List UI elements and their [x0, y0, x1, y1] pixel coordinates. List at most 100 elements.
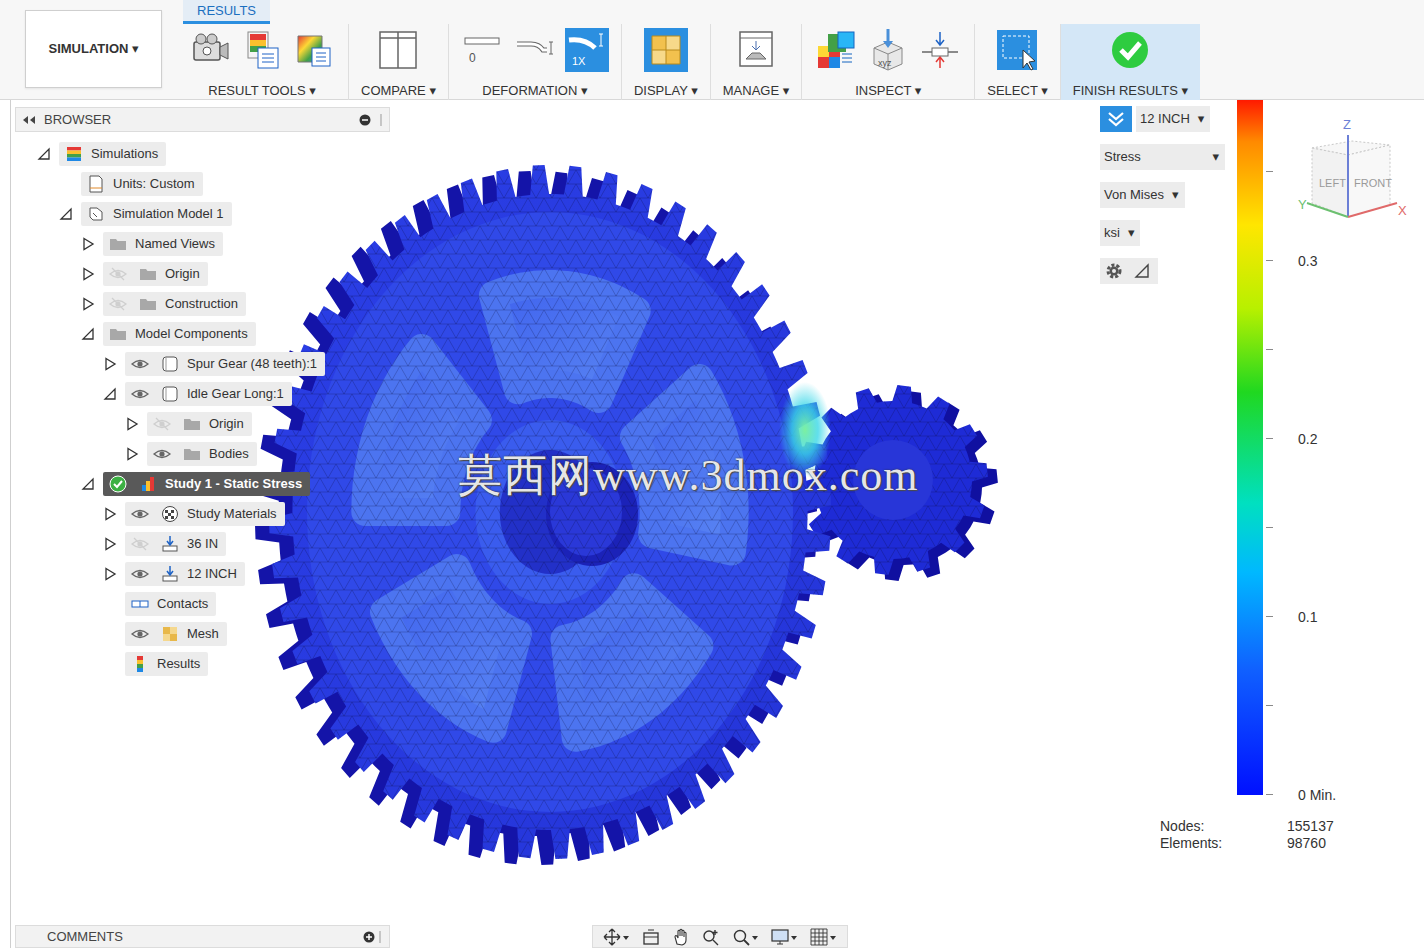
- tree-item[interactable]: Simulations: [15, 139, 390, 169]
- tree-item-box[interactable]: Named Views: [103, 232, 223, 256]
- tool-button[interactable]: [1108, 28, 1152, 72]
- visibility-toggle[interactable]: [125, 625, 155, 643]
- tree-item[interactable]: Bodies: [15, 439, 390, 469]
- tool-button[interactable]: [644, 28, 688, 72]
- tool-button[interactable]: [734, 28, 778, 72]
- view-cube[interactable]: LEFTFRONTZXY: [1295, 115, 1410, 227]
- dropdown-value[interactable]: ksi: [1104, 223, 1120, 243]
- group-label[interactable]: INSPECT ▾: [855, 81, 921, 101]
- tool-button[interactable]: [918, 28, 962, 72]
- tree-item[interactable]: Model Components: [15, 319, 390, 349]
- tree-label[interactable]: Idle Gear Long:1: [185, 384, 284, 404]
- tree-label[interactable]: Model Components: [133, 324, 248, 344]
- tree-label[interactable]: Spur Gear (48 teeth):1: [185, 354, 317, 374]
- visibility-toggle[interactable]: [147, 415, 177, 433]
- expander[interactable]: [77, 323, 99, 345]
- tree-label[interactable]: Origin: [207, 414, 244, 434]
- result-dropdown[interactable]: ksi ▾: [1100, 220, 1140, 246]
- expander[interactable]: [121, 413, 143, 435]
- tree-item[interactable]: Simulation Model 1: [15, 199, 390, 229]
- visibility-toggle[interactable]: [147, 445, 177, 463]
- tree-label[interactable]: Units: Custom: [111, 174, 195, 194]
- toolbar-tab[interactable]: RESULTS: [183, 0, 270, 24]
- tree-item-box[interactable]: Simulation Model 1: [81, 202, 232, 226]
- tree-label[interactable]: Construction: [163, 294, 238, 314]
- tree-label[interactable]: Results: [155, 654, 200, 674]
- tree-item[interactable]: Idle Gear Long:1: [15, 379, 390, 409]
- result-dropdown[interactable]: Stress▾: [1100, 144, 1225, 170]
- group-label[interactable]: FINISH RESULTS ▾: [1073, 81, 1188, 101]
- tree-item[interactable]: 36 IN: [15, 529, 390, 559]
- tool-button[interactable]: [240, 28, 284, 72]
- tree-item-box[interactable]: Simulations: [59, 142, 166, 166]
- nav-button[interactable]: [672, 928, 690, 946]
- expander[interactable]: [99, 353, 121, 375]
- workspace-button[interactable]: SIMULATION ▾: [25, 10, 162, 88]
- tree-label[interactable]: Mesh: [185, 624, 219, 644]
- load-case-toggle[interactable]: [1100, 106, 1132, 132]
- group-label[interactable]: RESULT TOOLS ▾: [208, 81, 315, 101]
- group-label[interactable]: DISPLAY ▾: [634, 81, 698, 101]
- visibility-toggle[interactable]: [125, 355, 155, 373]
- settings-button[interactable]: [1100, 258, 1158, 284]
- tree-item-box[interactable]: Study 1 - Static Stress: [103, 472, 310, 496]
- expander[interactable]: [77, 233, 99, 255]
- group-label[interactable]: COMPARE ▾: [361, 81, 436, 101]
- dropdown-value[interactable]: Stress: [1104, 147, 1141, 167]
- tree-item-box[interactable]: Mesh: [125, 622, 227, 646]
- tool-button[interactable]: [376, 28, 420, 72]
- visibility-toggle[interactable]: [103, 265, 133, 283]
- tree-item-box[interactable]: 36 IN: [125, 532, 226, 556]
- tree-label[interactable]: Origin: [163, 264, 200, 284]
- nav-button[interactable]: [603, 928, 630, 946]
- nav-button[interactable]: [810, 928, 837, 946]
- result-dropdown[interactable]: Von Mises ▾: [1100, 182, 1185, 208]
- tree-item-box[interactable]: Origin: [103, 262, 208, 286]
- group-label[interactable]: MANAGE ▾: [723, 81, 789, 101]
- tree-label[interactable]: 36 IN: [185, 534, 218, 554]
- tree-item[interactable]: Study 1 - Static Stress: [15, 469, 390, 499]
- tree-item-box[interactable]: Construction: [103, 292, 246, 316]
- tree-item-box[interactable]: Model Components: [103, 322, 256, 346]
- tree-item-box[interactable]: Study Materials: [125, 502, 285, 526]
- expander[interactable]: [99, 503, 121, 525]
- dropdown-value[interactable]: Von Mises: [1104, 185, 1164, 205]
- tool-button[interactable]: xyz: [866, 28, 910, 72]
- tree-item[interactable]: Origin: [15, 259, 390, 289]
- viewport[interactable]: 莫西网www.3dmox.comBROWSERSimulationsUnits:…: [0, 100, 1424, 948]
- tool-button[interactable]: [188, 28, 232, 72]
- expander[interactable]: [77, 473, 99, 495]
- nav-button[interactable]: [702, 928, 720, 946]
- tree-item[interactable]: Spur Gear (48 teeth):1: [15, 349, 390, 379]
- tree-item[interactable]: Mesh: [15, 619, 390, 649]
- tool-button[interactable]: 1X: [565, 28, 609, 72]
- tree-item-box[interactable]: 12 INCH: [125, 562, 245, 586]
- expander[interactable]: [33, 143, 55, 165]
- expander[interactable]: [99, 563, 121, 585]
- visibility-toggle[interactable]: [103, 295, 133, 313]
- tree-item-box[interactable]: Units: Custom: [81, 172, 203, 196]
- nav-button[interactable]: [732, 928, 759, 946]
- expander[interactable]: [77, 263, 99, 285]
- tree-item[interactable]: Results: [15, 649, 390, 679]
- dropdown-arrow[interactable]: ▾: [1198, 109, 1205, 129]
- dropdown-arrow[interactable]: ▾: [1172, 185, 1179, 205]
- tree-item[interactable]: Contacts: [15, 589, 390, 619]
- tool-button[interactable]: 0: [461, 28, 505, 72]
- tree-item-box[interactable]: Idle Gear Long:1: [125, 382, 292, 406]
- nav-button[interactable]: [642, 928, 660, 946]
- tree-label[interactable]: Contacts: [155, 594, 208, 614]
- dropdown-arrow[interactable]: ▾: [1128, 223, 1135, 243]
- tree-label[interactable]: Study Materials: [185, 504, 277, 524]
- expander[interactable]: [77, 293, 99, 315]
- expander[interactable]: [99, 383, 121, 405]
- group-label[interactable]: DEFORMATION ▾: [482, 81, 587, 101]
- nav-button[interactable]: [771, 928, 798, 946]
- tree-label[interactable]: Bodies: [207, 444, 249, 464]
- tree-label[interactable]: Simulations: [89, 144, 158, 164]
- tree-item[interactable]: Study Materials: [15, 499, 390, 529]
- expander[interactable]: [55, 203, 77, 225]
- expander[interactable]: [99, 533, 121, 555]
- visibility-toggle[interactable]: [125, 505, 155, 523]
- tree-item-box[interactable]: Bodies: [147, 442, 257, 466]
